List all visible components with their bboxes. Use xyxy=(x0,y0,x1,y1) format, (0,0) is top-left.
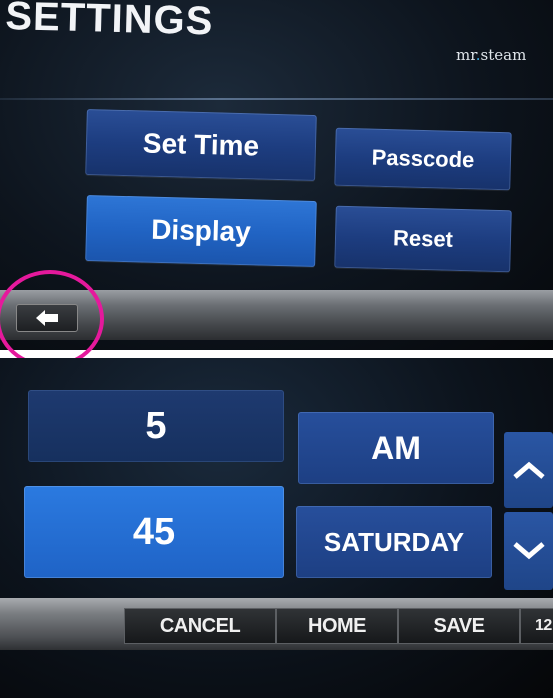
chevron-up-icon xyxy=(512,461,545,479)
save-button[interactable]: SAVE xyxy=(398,608,520,644)
display-button[interactable]: Display xyxy=(85,195,317,267)
title-divider xyxy=(0,98,553,100)
cancel-button[interactable]: CANCEL xyxy=(124,608,276,644)
am-pm-field[interactable]: AM xyxy=(298,412,494,484)
day-field[interactable]: SATURDAY xyxy=(296,506,492,578)
reset-button[interactable]: Reset xyxy=(334,205,512,273)
hour-field[interactable]: 5 xyxy=(28,390,284,462)
chevron-down-icon xyxy=(512,542,545,560)
brand-logo: mr.steam xyxy=(456,46,527,64)
minute-field[interactable]: 45 xyxy=(24,486,284,578)
decrement-button[interactable] xyxy=(504,512,553,590)
passcode-button[interactable]: Passcode xyxy=(334,127,512,191)
highlight-circle-annotation xyxy=(0,270,104,368)
set-time-button[interactable]: Set Time xyxy=(85,109,317,181)
clock-mode-button[interactable]: 12 xyxy=(520,608,553,644)
page-title: SETTINGS xyxy=(4,0,214,44)
increment-button[interactable] xyxy=(504,432,553,508)
home-button[interactable]: HOME xyxy=(276,608,398,644)
